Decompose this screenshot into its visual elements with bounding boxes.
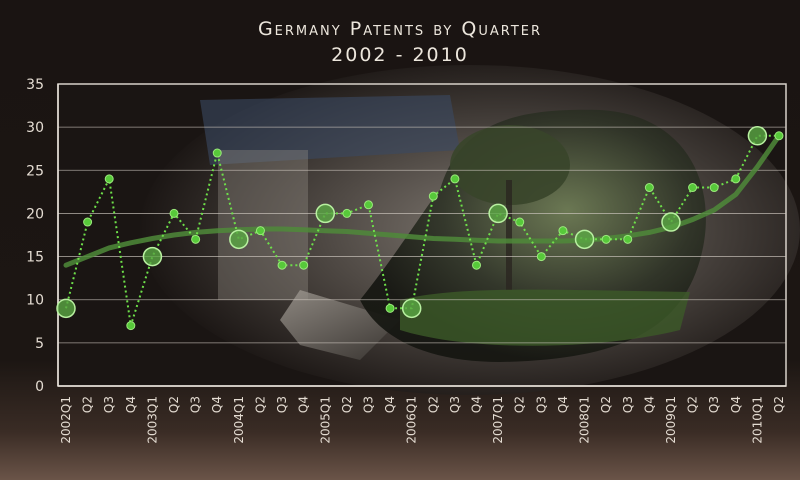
x-tick-label: Q4 — [470, 396, 484, 413]
x-tick-label: 2009Q1 — [664, 396, 678, 444]
y-axis-labels: 0 5 10 15 20 25 30 35 — [26, 77, 44, 395]
x-tick-label: Q2 — [599, 396, 613, 413]
x-axis-labels: 2002Q1 Q2 Q3 Q4 2003Q1 Q2 Q3 Q4 2004Q1 Q2 Q3 Q4 2005… — [59, 396, 786, 444]
x-tick-label: Q2 — [686, 396, 700, 413]
x-tick-label: Q2 — [81, 396, 95, 413]
data-point — [385, 303, 395, 313]
y-tick-label: 20 — [26, 206, 44, 222]
data-point — [299, 260, 309, 270]
y-tick-label: 25 — [26, 163, 44, 179]
data-point — [515, 217, 525, 227]
x-tick-label: Q3 — [189, 396, 203, 413]
x-tick-label: Q2 — [513, 396, 527, 413]
x-tick-label: 2002Q1 — [59, 396, 73, 444]
data-point-year — [661, 212, 681, 232]
x-tick-label: 2004Q1 — [232, 396, 246, 444]
background-illustration — [58, 65, 800, 395]
x-tick-label: Q3 — [448, 396, 462, 413]
x-tick-label: Q4 — [556, 396, 570, 413]
house-wall-shape — [218, 150, 308, 300]
data-point — [601, 234, 611, 244]
x-tick-label: Q4 — [297, 396, 311, 413]
line-chart: 05101520253035 2002Q1 Q2 Q3 Q4 2003Q1 Q2 Q3 Q4 2… — [26, 65, 800, 444]
y-tick-label: 15 — [26, 250, 44, 266]
data-point — [709, 183, 719, 193]
data-point — [169, 208, 179, 218]
x-tick-label: 2008Q1 — [578, 396, 592, 444]
data-point-year — [401, 298, 422, 319]
x-tick-label: Q3 — [275, 396, 289, 413]
x-tick-label: Q2 — [340, 396, 354, 413]
x-tick-label: Q4 — [124, 396, 138, 413]
data-point-year — [229, 229, 249, 250]
x-tick-label: 2010Q1 — [750, 396, 764, 444]
y-tick-label: 0 — [35, 379, 44, 395]
data-point-year — [142, 246, 163, 267]
data-point — [450, 174, 460, 184]
data-point — [83, 217, 93, 227]
data-point — [277, 260, 287, 270]
data-point — [472, 260, 482, 270]
x-tick-label: 2007Q1 — [491, 396, 505, 444]
data-point — [688, 183, 698, 193]
y-tick-label: 10 — [26, 293, 44, 309]
x-tick-label: Q4 — [210, 396, 224, 413]
data-point-year — [488, 203, 508, 224]
data-point-year — [747, 126, 768, 146]
x-tick-label: Q4 — [642, 396, 656, 413]
data-point-year — [315, 203, 336, 224]
data-point — [623, 234, 633, 244]
data-point — [363, 200, 373, 210]
x-tick-label: 2005Q1 — [318, 396, 332, 444]
y-tick-label: 35 — [26, 77, 44, 93]
y-tick-label: 5 — [35, 336, 44, 352]
x-tick-label: Q2 — [167, 396, 181, 413]
tree-trunk-icon — [506, 180, 512, 290]
data-point-year — [56, 298, 76, 319]
data-point — [428, 191, 438, 201]
data-point — [342, 208, 352, 218]
data-point — [536, 252, 546, 262]
x-tick-label: 2003Q1 — [145, 396, 159, 444]
x-tick-label: Q3 — [534, 396, 548, 413]
data-point — [126, 321, 136, 331]
y-tick-label: 30 — [26, 120, 44, 136]
x-tick-label: Q4 — [383, 396, 397, 413]
data-point — [731, 174, 741, 184]
x-tick-label: 2006Q1 — [405, 396, 419, 444]
x-tick-label: Q4 — [729, 396, 743, 413]
x-tick-label: Q2 — [253, 396, 267, 413]
data-point — [212, 148, 222, 158]
x-tick-label: Q3 — [621, 396, 635, 413]
x-tick-label: Q2 — [772, 396, 786, 413]
data-point — [558, 226, 568, 236]
data-point-year — [574, 229, 595, 250]
data-point — [104, 174, 114, 184]
x-tick-label: Q3 — [707, 396, 721, 413]
x-tick-label: Q3 — [361, 396, 375, 413]
data-point — [191, 234, 201, 244]
data-point — [255, 226, 265, 236]
x-tick-label: Q3 — [102, 396, 116, 413]
data-point — [774, 131, 784, 141]
x-tick-label: Q2 — [426, 396, 440, 413]
data-point — [644, 183, 654, 193]
